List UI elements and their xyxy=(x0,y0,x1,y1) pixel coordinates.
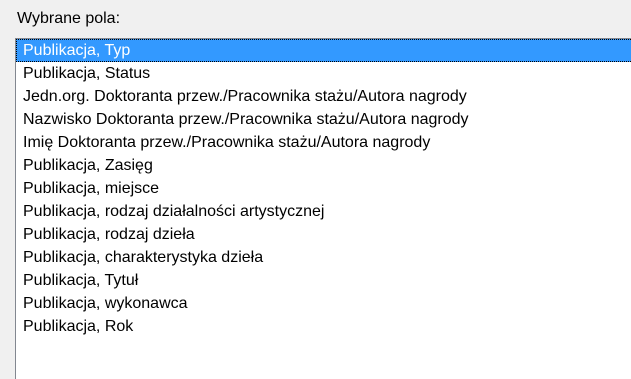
list-item[interactable]: Imię Doktoranta przew./Pracownika stażu/… xyxy=(16,131,631,154)
selected-fields-label: Wybrane pola: xyxy=(17,10,121,27)
list-item[interactable]: Publikacja, wykonawca xyxy=(16,292,631,315)
list-item[interactable]: Jedn.org. Doktoranta przew./Pracownika s… xyxy=(16,85,631,108)
list-item[interactable]: Publikacja, charakterystyka dzieła xyxy=(16,246,631,269)
selected-fields-listbox[interactable]: Publikacja, Typ Publikacja, Status Jedn.… xyxy=(15,38,631,379)
list-item[interactable]: Nazwisko Doktoranta przew./Pracownika st… xyxy=(16,108,631,131)
list-item[interactable]: Publikacja, Zasięg xyxy=(16,154,631,177)
list-item[interactable]: Publikacja, rodzaj działalności artystyc… xyxy=(16,200,631,223)
list-item[interactable]: Publikacja, miejsce xyxy=(16,177,631,200)
list-item[interactable]: Publikacja, Status xyxy=(16,62,631,85)
list-item[interactable]: Publikacja, Typ xyxy=(16,39,631,62)
list-item[interactable]: Publikacja, Tytuł xyxy=(16,269,631,292)
selected-fields-panel: Wybrane pola: Publikacja, Typ Publikacja… xyxy=(0,0,631,379)
list-item[interactable]: Publikacja, rodzaj dzieła xyxy=(16,223,631,246)
list-item[interactable]: Publikacja, Rok xyxy=(16,315,631,338)
